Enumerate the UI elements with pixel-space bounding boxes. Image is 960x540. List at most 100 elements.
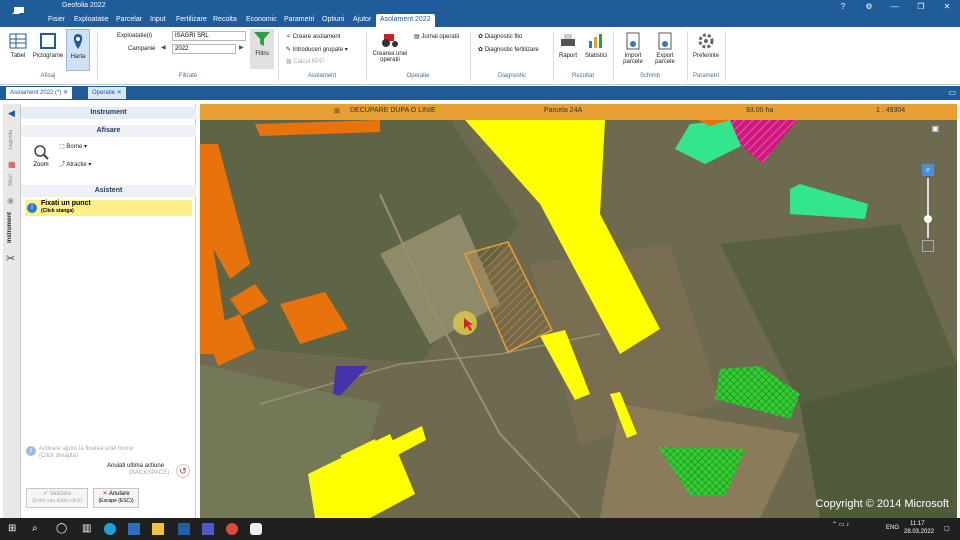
help-icon[interactable]: ? — [830, 0, 856, 14]
magnifier-icon — [34, 145, 49, 160]
windows-start-icon[interactable]: ⊞ — [8, 523, 20, 535]
geofolia-icon[interactable] — [250, 523, 262, 535]
side-tab-instrument[interactable]: Instrument — [7, 212, 13, 243]
tools-icon[interactable]: ✂ — [6, 252, 15, 265]
preferinte-button[interactable]: Preferinte — [690, 31, 722, 59]
close-tab-icon[interactable]: ✕ — [117, 90, 122, 96]
menu-input[interactable]: Input — [150, 16, 166, 23]
legend-icon[interactable]: ▦ — [8, 160, 16, 169]
side-tab-legenda[interactable]: Legenda — [8, 130, 14, 149]
teams-icon[interactable] — [202, 523, 214, 535]
task-view-icon[interactable]: ◯ — [56, 523, 68, 535]
harta-button[interactable]: Harta — [66, 29, 90, 71]
help-text: Activare ajutor la fixarea unei borne — [39, 446, 134, 452]
side-tab-stiluri[interactable]: Stiluri — [8, 174, 14, 187]
group-parametri: Parametri — [692, 73, 719, 79]
document-tabs: Asolament 2022 (*) ✕ Operatie ✕ ▭ — [0, 86, 960, 100]
clock-time[interactable]: 11:17 — [910, 521, 925, 527]
menu-exploatatie[interactable]: Exploatatie — [74, 16, 109, 23]
tabel-button[interactable]: Tabel — [6, 31, 30, 59]
next-campaign-icon[interactable]: ▶ — [239, 44, 244, 51]
zoom-slider[interactable]: ⌕ — [921, 164, 935, 254]
undo-key: (BACKSPACE) — [129, 470, 170, 476]
printer-icon — [561, 34, 575, 46]
asistent-header: Asistent — [21, 185, 196, 197]
zoom-track — [927, 178, 929, 238]
menu-parametri[interactable]: Parametri — [284, 16, 314, 23]
notifications-icon[interactable]: ▢ — [944, 525, 950, 532]
import-icon — [626, 32, 640, 50]
import-parcele-button[interactable]: Import parcele — [618, 31, 648, 65]
language-indicator[interactable]: ENG — [886, 525, 899, 531]
atractie-option[interactable]: ⤴ Atractie ▾ — [59, 159, 91, 168]
pictograme-icon — [40, 33, 56, 49]
map-pin-icon — [73, 34, 83, 49]
calcul-rpp-button[interactable]: ▦ Calcul RPP — [286, 58, 324, 65]
collapse-icon[interactable]: ◀ — [8, 108, 15, 119]
menu-parcelar[interactable]: Parcelar — [116, 16, 142, 23]
satellite-map[interactable] — [200, 104, 957, 518]
menu-bar: Fisier Exploatatie Parcelar Input Fertil… — [0, 14, 960, 27]
creare-asolament-button[interactable]: ✧ Creare asolament — [286, 33, 340, 40]
clock-date[interactable]: 28.03.2022 — [904, 529, 934, 535]
panel-title: Instrument — [21, 107, 196, 119]
maximize-button[interactable]: ❐ — [908, 0, 934, 14]
campanie-select[interactable]: 2022 — [172, 44, 236, 54]
teamviewer-icon[interactable] — [128, 523, 140, 535]
raport-button[interactable]: Raport — [556, 31, 580, 59]
tray-icons[interactable]: ⌃ ▭ ♪ — [832, 521, 849, 528]
statistici-button[interactable]: Statistici — [582, 31, 610, 59]
settings-icon[interactable]: ⚙ — [856, 0, 882, 14]
funnel-icon — [254, 32, 270, 46]
menu-fisier[interactable]: Fisier — [48, 16, 65, 23]
menu-ajutor[interactable]: Ajutor — [353, 16, 371, 23]
outlook-icon[interactable] — [178, 523, 190, 535]
menu-economic[interactable]: Economic — [246, 16, 277, 23]
menu-optiuni[interactable]: Optiuni — [322, 16, 344, 23]
x-icon: ✕ — [102, 491, 108, 497]
search-icon[interactable]: ⌕ — [32, 523, 44, 535]
menu-recolta[interactable]: Recolta — [213, 16, 237, 23]
tab-asolament[interactable]: Asolament 2022 — [376, 14, 435, 27]
group-rezultat: Rezultat — [571, 73, 594, 79]
anulare-button[interactable]: ✕ Anulare (Escape (ESC)) — [93, 488, 139, 508]
exploatatie-select[interactable]: ISAGRI SRL — [172, 31, 246, 41]
jurnal-operatii-button[interactable]: ▤ Jurnal operatii — [414, 33, 459, 40]
file-explorer-icon[interactable] — [152, 523, 164, 535]
introduceri-grupate-button[interactable]: ✎ Introduceri grupate ▾ — [286, 46, 348, 53]
prev-campaign-icon[interactable]: ◀ — [161, 44, 166, 51]
minimize-button[interactable]: — — [882, 0, 908, 14]
info-icon: i — [27, 203, 37, 213]
edge-icon[interactable] — [104, 523, 116, 535]
zoom-button[interactable]: Zoom — [29, 144, 53, 168]
diagnostic-fertilizare-button[interactable]: ✿ Diagnostic fertilizare — [478, 46, 539, 53]
validare-button[interactable]: ✔ Validare (Enter sau dublu-click) — [26, 488, 88, 508]
undo-icon[interactable]: ↺ — [176, 464, 190, 478]
tab-asolament-2022[interactable]: Asolament 2022 (*) ✕ — [6, 87, 73, 99]
close-tab-icon[interactable]: ✕ — [63, 90, 68, 96]
close-button[interactable]: ✕ — [934, 0, 960, 14]
crearea-operatii-button[interactable]: Crearea unei operatii — [370, 29, 410, 63]
separator — [366, 31, 367, 81]
zoom-out-icon[interactable] — [922, 240, 934, 252]
styles-icon[interactable]: ◉ — [7, 196, 14, 205]
export-parcele-button[interactable]: Export parcele — [650, 31, 680, 65]
map-copyright: Copyright © 2014 Microsoft — [815, 498, 949, 510]
menu-fertilizare[interactable]: Fertilizare — [176, 16, 207, 23]
tab-operatie[interactable]: Operatie ✕ — [88, 87, 126, 99]
group-operatie: Operatie — [406, 73, 430, 79]
map-options-icon[interactable]: ▣ — [931, 124, 939, 133]
diagnostic-fito-button[interactable]: ✿ Diagnostic fito — [478, 33, 522, 40]
pictograme-button[interactable]: Pictograme — [32, 31, 64, 59]
task-view-icon[interactable]: ▥ — [82, 523, 94, 535]
borne-option[interactable]: ⬚ Borne ▾ — [59, 143, 87, 150]
chrome-icon[interactable] — [226, 523, 238, 535]
separator — [725, 31, 726, 81]
filtru-button[interactable]: Filtru — [250, 29, 274, 69]
map-view[interactable]: ⊞ DECUPARE DUPA O LINIE Parcela 24A 93.0… — [200, 104, 957, 518]
separator — [278, 31, 279, 81]
help-subtext: (Click dreapta) — [39, 453, 79, 459]
zoom-thumb[interactable] — [924, 215, 932, 223]
zoom-in-icon[interactable]: ⌕ — [922, 164, 934, 176]
window-list-icon[interactable]: ▭ — [948, 88, 956, 97]
